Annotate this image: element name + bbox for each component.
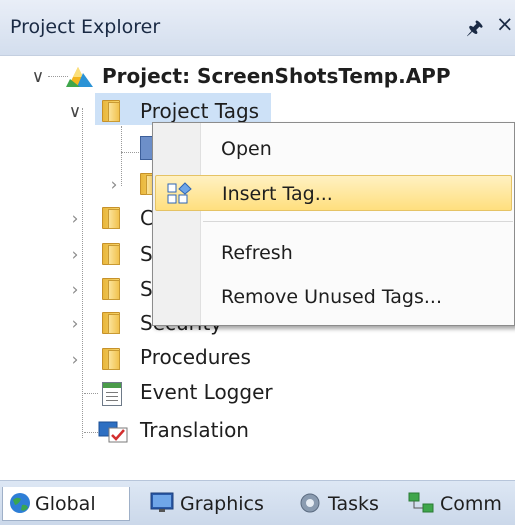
collapsed-icon[interactable]: › <box>68 211 82 228</box>
panel-titlebar: Project Explorer 🖈 × <box>0 0 515 56</box>
expanded-icon[interactable]: ∨ <box>31 69 45 86</box>
explorer-tabs: Global Graphics Tasks Comm <box>0 480 515 525</box>
folder-icon <box>102 312 122 334</box>
collapsed-icon[interactable]: › <box>68 247 82 264</box>
tree-item-label: Procedures <box>140 345 251 369</box>
tab-comm[interactable]: Comm <box>408 487 512 521</box>
menu-item-label: Refresh <box>221 242 293 264</box>
collapsed-icon[interactable]: › <box>68 282 82 299</box>
project-explorer-panel: Project Explorer 🖈 × ∨ Project: ScreenSh… <box>0 0 515 525</box>
folder-icon <box>102 278 122 300</box>
tab-label: Graphics <box>180 493 264 515</box>
pin-icon[interactable]: 🖈 <box>466 14 484 46</box>
network-icon <box>408 492 434 514</box>
tree-item-label: S <box>140 242 153 266</box>
tree-item-translation[interactable]: Translation <box>0 416 515 450</box>
tab-tasks[interactable]: Tasks <box>298 487 384 521</box>
tree-item-procedures[interactable]: › Procedures <box>0 343 515 377</box>
tree-item-label: Project Tags <box>140 99 260 123</box>
expanded-icon[interactable]: ∨ <box>68 104 82 121</box>
panel-title: Project Explorer <box>10 16 161 38</box>
menu-item-refresh[interactable]: Refresh <box>155 235 512 271</box>
gear-icon <box>298 492 320 514</box>
tree-item-label: Translation <box>140 418 249 442</box>
tree-root-label: Project: ScreenShotsTemp.APP <box>102 64 451 88</box>
menu-item-label: Open <box>221 138 272 160</box>
menu-item-remove-unused-tags[interactable]: Remove Unused Tags... <box>155 279 512 315</box>
tree-item-label: Event Logger <box>140 380 273 404</box>
menu-item-label: Remove Unused Tags... <box>221 286 443 308</box>
menu-item-insert-tag[interactable]: Insert Tag... <box>155 175 512 211</box>
menu-item-label: Insert Tag... <box>222 183 333 205</box>
tree-item-label: S <box>140 277 153 301</box>
tab-label: Comm <box>440 493 502 515</box>
tab-label: Global <box>35 493 96 515</box>
tree-root[interactable]: ∨ Project: ScreenShotsTemp.APP <box>0 60 515 94</box>
tree-item-event-logger[interactable]: Event Logger <box>0 378 515 412</box>
close-icon[interactable]: × <box>496 12 514 36</box>
event-logger-icon <box>102 382 122 406</box>
context-menu: Open Insert Tag... Refresh Remove Unused… <box>152 122 515 326</box>
monitor-icon <box>150 492 174 514</box>
folder-icon <box>102 207 122 229</box>
tab-global[interactable]: Global <box>2 487 130 521</box>
insert-tag-icon <box>166 182 194 206</box>
folder-icon <box>102 243 122 265</box>
tab-label: Tasks <box>328 493 379 515</box>
collapsed-icon[interactable]: › <box>107 177 121 194</box>
globe-icon <box>9 492 31 514</box>
folder-icon <box>102 348 122 370</box>
collapsed-icon[interactable]: › <box>68 316 82 333</box>
menu-separator <box>203 221 513 222</box>
collapsed-icon[interactable]: › <box>68 352 82 369</box>
tab-graphics[interactable]: Graphics <box>150 487 278 521</box>
translation-icon <box>98 419 128 445</box>
menu-item-open[interactable]: Open <box>155 131 512 167</box>
folder-icon <box>102 100 122 122</box>
project-app-icon <box>66 65 94 89</box>
